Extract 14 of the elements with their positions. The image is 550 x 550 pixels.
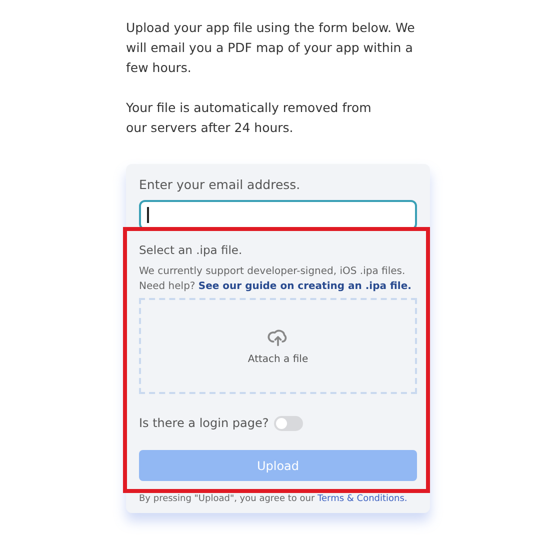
email-field[interactable] [139,200,417,230]
intro-paragraph: Upload your app file using the form below. We will email you a PDF map of your app within a few hours. [126,19,416,77]
file-dropzone[interactable]: Attach a file [139,298,417,394]
intro-paragraph: Your file is automatically removed from our servers after 24 hours. [126,99,372,137]
file-note: We currently support developer-signed, iOS .ipa files. Need help? See our guide on creating an .ipa file. [139,265,412,294]
attach-file-text: Attach a file [248,352,308,366]
terms-text: By pressing "Upload", you agree to our Terms & Conditions. [139,493,408,505]
ipa-guide-link[interactable]: See our guide on creating an .ipa file. [198,281,412,292]
file-label: Select an .ipa file. [139,242,244,258]
login-page-label: Is there a login page? [139,415,269,432]
text-cursor-icon [147,207,148,223]
terms-link[interactable]: Terms & Conditions. [318,494,408,504]
login-page-toggle[interactable] [274,416,303,430]
email-label: Enter your email address. [139,176,302,194]
